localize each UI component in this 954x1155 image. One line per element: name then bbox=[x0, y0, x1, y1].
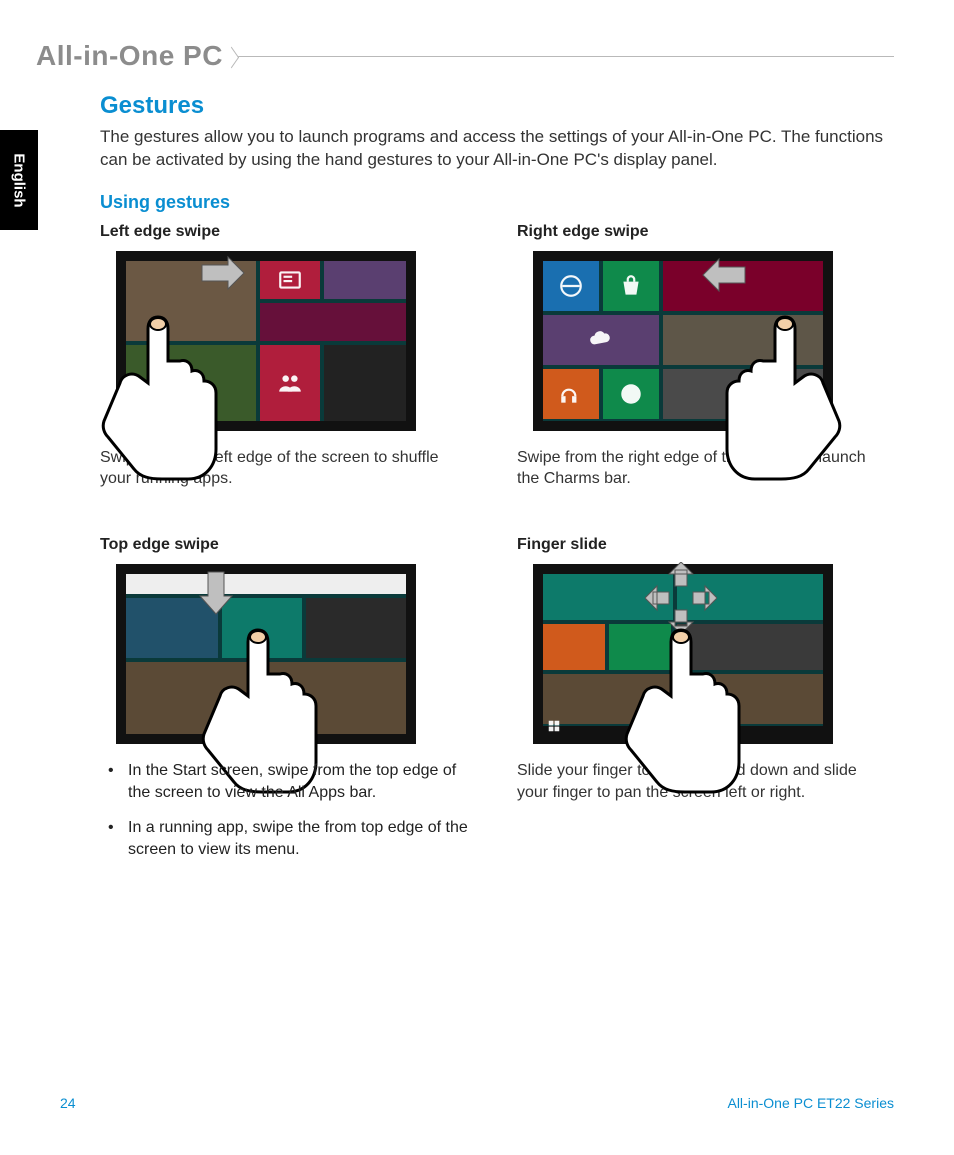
page-footer: 24 All-in-One PC ET22 Series bbox=[0, 1095, 954, 1111]
header-bar: All-in-One PC bbox=[0, 0, 954, 80]
people-icon bbox=[277, 370, 303, 396]
news-icon bbox=[277, 267, 303, 293]
gesture-illustration bbox=[533, 251, 833, 431]
gesture-illustration bbox=[116, 251, 416, 431]
gesture-title: Finger slide bbox=[517, 536, 894, 554]
hand-icon bbox=[96, 311, 226, 481]
section-intro: The gestures allow you to launch program… bbox=[100, 126, 894, 172]
header-rule bbox=[237, 56, 894, 57]
section-title: Gestures bbox=[100, 92, 894, 120]
cloud-icon bbox=[588, 327, 614, 353]
gesture-top-edge: Top edge swipe bbox=[100, 536, 477, 874]
music-icon bbox=[558, 381, 584, 407]
store-icon bbox=[618, 273, 644, 299]
page-number: 24 bbox=[60, 1095, 76, 1111]
windows-icon bbox=[547, 713, 561, 739]
language-label: English bbox=[11, 153, 28, 207]
ie-icon bbox=[558, 273, 584, 299]
gesture-left-edge: Left edge swipe bbox=[100, 223, 477, 490]
gesture-illustration bbox=[533, 564, 833, 744]
product-title: All-in-One PC bbox=[36, 40, 223, 72]
gesture-finger-slide: Finger slide bbox=[517, 536, 894, 874]
page-content: Gestures The gestures allow you to launc… bbox=[0, 80, 954, 874]
series-label: All-in-One PC ET22 Series bbox=[727, 1095, 894, 1111]
bullet-item: In a running app, swipe the from top edg… bbox=[104, 817, 477, 860]
language-tab: English bbox=[0, 130, 38, 230]
gesture-bullets: In the Start screen, swipe from the top … bbox=[100, 760, 477, 860]
hand-icon bbox=[717, 311, 847, 481]
gesture-title: Left edge swipe bbox=[100, 223, 477, 241]
hand-icon bbox=[619, 624, 749, 794]
gesture-illustration bbox=[116, 564, 416, 744]
arrow-right-icon bbox=[200, 253, 246, 293]
arrow-left-icon bbox=[701, 255, 747, 295]
gesture-title: Right edge swipe bbox=[517, 223, 894, 241]
subsection-title: Using gestures bbox=[100, 192, 894, 213]
xbox-icon bbox=[618, 381, 644, 407]
bullet-item: In the Start screen, swipe from the top … bbox=[104, 760, 477, 803]
gesture-right-edge: Right edge swipe bbox=[517, 223, 894, 490]
arrow-down-icon bbox=[196, 570, 236, 616]
gesture-grid: Left edge swipe bbox=[100, 223, 894, 875]
gesture-title: Top edge swipe bbox=[100, 536, 477, 554]
